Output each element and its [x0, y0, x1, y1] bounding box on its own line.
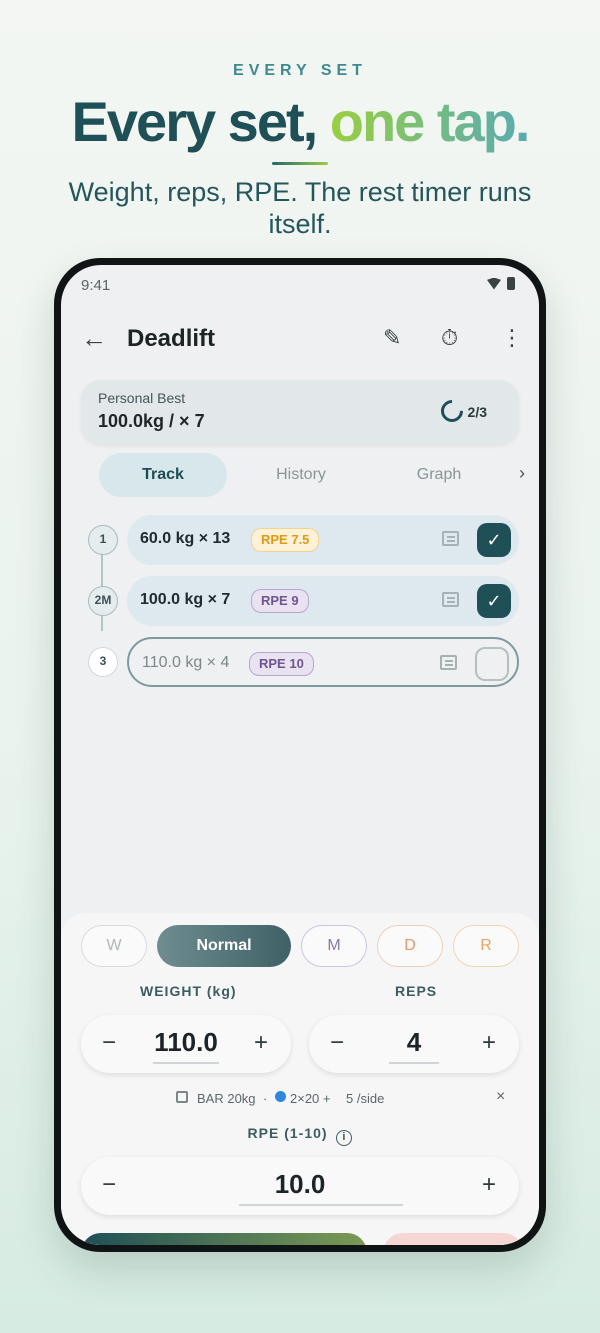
set-weight: 100.0	[140, 591, 181, 608]
set-weight-reps: 60.0 kg × 13	[140, 530, 230, 548]
set-row-current[interactable]: 110.0 kg × 4 RPE 10	[127, 637, 519, 687]
status-time: 9:41	[81, 277, 111, 294]
rpe-decrement-button[interactable]: −	[102, 1171, 116, 1199]
set-row[interactable]: 60.0 kg × 13 RPE 7.5 ✓	[127, 515, 519, 565]
close-icon[interactable]: ×	[496, 1088, 505, 1106]
reps-decrement-button[interactable]: −	[330, 1029, 344, 1057]
status-icons	[487, 277, 515, 290]
reps-increment-button[interactable]: +	[482, 1029, 496, 1057]
headline: Every set, one tap.	[0, 86, 600, 158]
set-reps: 7	[221, 591, 231, 608]
rpe-increment-button[interactable]: +	[482, 1171, 496, 1199]
tab-bar: Track History Graph ›	[61, 453, 539, 497]
reps-label: REPS	[395, 983, 438, 999]
set-complete-checkbox[interactable]	[475, 647, 509, 681]
set-reps: 13	[212, 530, 231, 547]
exercise-title: Deadlift	[127, 325, 216, 352]
set-type-warmup-chip[interactable]: W	[81, 925, 147, 967]
rpe-input-label-row: RPE (1-10) i	[61, 1125, 539, 1146]
set-type-m-chip[interactable]: M	[301, 925, 367, 967]
set-complete-checkbox[interactable]: ✓	[477, 523, 511, 557]
set-complete-checkbox[interactable]: ✓	[477, 584, 511, 618]
progress-ring-icon	[436, 395, 468, 427]
set-unit: kg ×	[185, 654, 216, 671]
personal-best-progress: 2/3	[467, 404, 487, 420]
tab-track[interactable]: Track	[99, 453, 227, 497]
battery-icon	[507, 277, 515, 290]
rpe-badge: RPE 10	[249, 652, 314, 676]
set-index-badge: 2M	[88, 586, 118, 616]
personal-best-card: Personal Best 100.0kg / × 7 2/3	[81, 380, 519, 444]
phone-screen: 9:41 ← Deadlift ✎ ⏱ ⋮ Personal Best 100.…	[61, 265, 539, 1245]
info-icon[interactable]: i	[336, 1130, 353, 1146]
status-bar: 9:41	[81, 275, 515, 295]
reps-stepper: − 4 +	[309, 1015, 519, 1073]
rpe-value-input[interactable]: 10.0	[250, 1169, 350, 1200]
set-type-r-chip[interactable]: R	[453, 925, 519, 967]
set-unit: kg ×	[175, 530, 209, 547]
log-set-button[interactable]	[81, 1233, 367, 1245]
timer-icon[interactable]: ⏱	[441, 325, 458, 351]
tab-graph[interactable]: Graph	[375, 453, 503, 497]
reps-input-underline	[389, 1062, 439, 1064]
personal-best-label: Personal Best	[98, 390, 186, 406]
note-icon[interactable]	[440, 655, 457, 670]
weight-increment-button[interactable]: +	[254, 1029, 268, 1057]
tab-history[interactable]: History	[237, 453, 365, 497]
headline-part2: one tap.	[329, 90, 531, 153]
set-row[interactable]: 100.0 kg × 7 RPE 9 ✓	[127, 576, 519, 626]
set-index-badge: 1	[88, 525, 118, 555]
secondary-action-button[interactable]	[383, 1233, 523, 1245]
weight-stepper: − 110.0 +	[81, 1015, 291, 1073]
personal-best-value: 100.0kg / × 7	[98, 411, 205, 431]
weight-value-input[interactable]: 110.0	[146, 1027, 226, 1058]
set-weight-reps: 110.0 kg × 4	[142, 654, 229, 672]
reps-value-input[interactable]: 4	[374, 1027, 454, 1058]
headline-underline	[272, 162, 328, 165]
chevron-right-icon[interactable]: ›	[519, 463, 525, 484]
set-reps: 4	[220, 654, 230, 671]
plate-separator: ·	[263, 1091, 268, 1106]
rpe-input-label: RPE (1-10)	[247, 1125, 328, 1141]
plate-per-side: 5 /side	[346, 1091, 385, 1106]
note-icon[interactable]	[442, 531, 459, 546]
rpe-stepper: − 10.0 +	[81, 1157, 519, 1215]
app-bar: ← Deadlift ✎ ⏱ ⋮	[61, 315, 539, 361]
bar-weight: BAR 20kg	[197, 1091, 256, 1106]
rpe-badge: RPE 7.5	[251, 528, 320, 552]
rpe-badge: RPE 9	[251, 589, 309, 613]
more-vert-icon[interactable]: ⋮	[501, 325, 523, 351]
edit-icon[interactable]: ✎	[383, 325, 401, 351]
rpe-input-underline	[239, 1204, 403, 1206]
set-type-d-chip[interactable]: D	[377, 925, 443, 967]
weight-input-underline	[153, 1062, 219, 1064]
weight-decrement-button[interactable]: −	[102, 1029, 116, 1057]
eyebrow: EVERY SET	[233, 62, 367, 79]
phone-frame: 9:41 ← Deadlift ✎ ⏱ ⋮ Personal Best 100.…	[54, 258, 546, 1252]
set-index-badge: 3	[88, 647, 118, 677]
back-arrow-icon[interactable]: ←	[81, 323, 107, 354]
plate-breakdown: 2×20 +	[290, 1091, 331, 1106]
set-weight: 110.0	[142, 654, 181, 671]
wifi-icon	[487, 277, 501, 290]
weight-label: WEIGHT (kg)	[140, 983, 237, 999]
set-weight: 60.0	[140, 530, 172, 547]
set-type-normal-chip[interactable]: Normal	[157, 925, 291, 967]
note-icon[interactable]	[442, 592, 459, 607]
set-weight-reps: 100.0 kg × 7	[140, 591, 230, 609]
headline-part1: Every set,	[71, 90, 319, 153]
set-unit: kg ×	[184, 591, 217, 608]
subhead: Weight, reps, RPE. The rest timer runs i…	[68, 177, 532, 239]
set-input-panel: W Normal M D R WEIGHT (kg) REPS − 110.0 …	[61, 913, 539, 1245]
